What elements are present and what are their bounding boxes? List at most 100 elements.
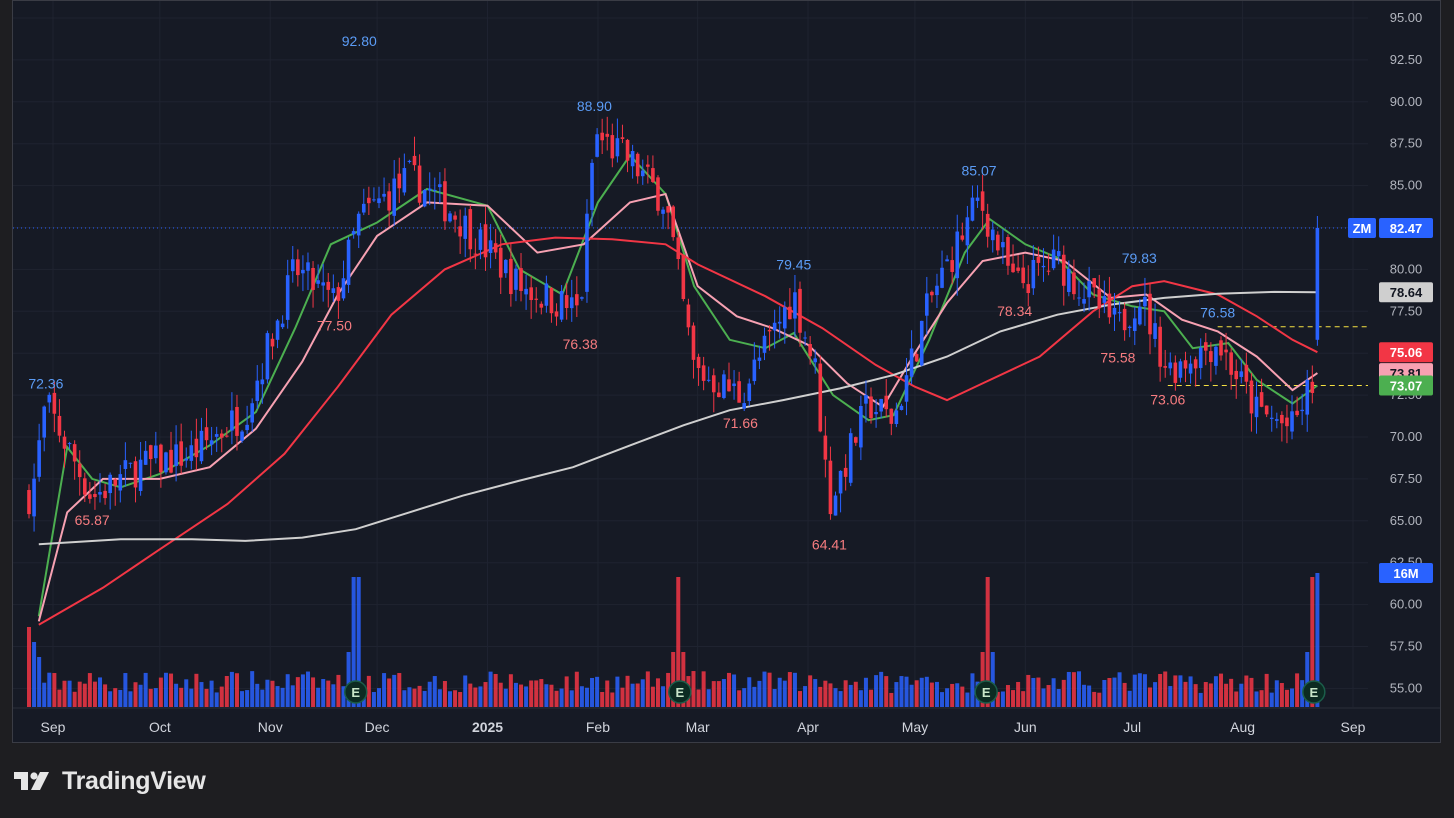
volume-bar xyxy=(1000,691,1005,707)
candle-body xyxy=(1127,326,1132,328)
volume-bar xyxy=(605,680,610,707)
candle-body xyxy=(1117,312,1122,314)
candle-body xyxy=(884,395,889,410)
moving-average-line xyxy=(37,153,1318,617)
tradingview-logo[interactable]: TradingView xyxy=(14,764,206,798)
volume-bar xyxy=(752,686,757,707)
x-tick-label: Jul xyxy=(1123,719,1141,735)
candle-body xyxy=(1285,417,1289,427)
volume-bar xyxy=(387,678,392,707)
candle-body xyxy=(864,394,868,404)
volume-bar xyxy=(103,684,108,707)
candle-body xyxy=(154,445,158,459)
volume-bar xyxy=(98,677,103,707)
volume-bar xyxy=(894,682,899,707)
volume-bar xyxy=(919,677,924,707)
candle-body xyxy=(914,354,919,362)
volume-bar xyxy=(1056,688,1061,707)
candle-body xyxy=(1168,362,1173,369)
candle-body xyxy=(240,431,244,441)
candle-body xyxy=(717,392,721,398)
candle-body xyxy=(681,255,686,300)
price-label: 75.06 xyxy=(1379,342,1433,363)
volume-bar xyxy=(143,672,148,707)
candle-body xyxy=(996,234,1000,251)
price-chart[interactable]: 72.36 65.87 92.80 77.50 88.90 76.38 79.45 71.66… xyxy=(13,1,1440,742)
candle-body xyxy=(214,434,219,437)
candle-body xyxy=(960,235,965,240)
candle-body xyxy=(970,197,975,221)
volume-bar xyxy=(808,675,813,707)
price-annotation: 65.87 xyxy=(75,512,110,528)
volume-bar xyxy=(47,672,52,707)
candle-body xyxy=(965,217,970,246)
time-axis[interactable]: Sep Oct Nov Dec 2025 Feb Mar Apr May Jun Jul Aug Sep xyxy=(41,719,1366,735)
volume-bar xyxy=(716,681,721,707)
candle-body xyxy=(1234,370,1239,380)
volume-bar xyxy=(280,687,285,707)
volume-bar xyxy=(113,688,118,707)
candle-body xyxy=(169,449,173,473)
volume-bar xyxy=(640,679,645,707)
tradingview-logo-icon xyxy=(14,772,49,790)
candle-body xyxy=(711,375,716,393)
volume-bar xyxy=(874,675,879,707)
candle-body xyxy=(848,433,853,483)
candle-body xyxy=(346,239,351,285)
volume-bar xyxy=(843,680,848,707)
x-tick-label: Feb xyxy=(586,719,610,735)
candle-body xyxy=(1224,349,1228,353)
volume-bar xyxy=(1087,685,1092,707)
volume-bar xyxy=(732,674,737,707)
candle-body xyxy=(833,495,838,516)
volume-bar xyxy=(965,692,970,707)
candle-body xyxy=(427,188,432,191)
candle-body xyxy=(235,406,239,436)
price-annotation: 92.80 xyxy=(342,33,377,49)
candle-body xyxy=(194,438,199,458)
x-tick-label: Jun xyxy=(1014,719,1037,735)
price-tag-text: 73.07 xyxy=(1390,379,1423,394)
volume-bar xyxy=(590,677,595,707)
candle-body xyxy=(514,268,518,290)
x-tick-label: Sep xyxy=(1341,719,1366,735)
volume-bar xyxy=(463,675,468,707)
candle-body xyxy=(1006,237,1010,266)
candle-body xyxy=(1264,405,1269,415)
y-tick-label: 60.00 xyxy=(1390,597,1423,612)
candle-body xyxy=(539,303,544,308)
volume-bar xyxy=(762,671,767,707)
candle-body xyxy=(164,452,168,473)
volume-bar xyxy=(493,673,498,707)
price-annotation: 76.38 xyxy=(563,336,598,352)
candle-body xyxy=(1067,268,1071,293)
candle-body xyxy=(159,444,163,473)
candle-body xyxy=(311,267,315,290)
price-annotation: 88.90 xyxy=(577,98,612,114)
volume-bar xyxy=(650,686,655,707)
candle-body xyxy=(1107,293,1112,318)
volume-bar xyxy=(1076,671,1081,707)
volume-bar xyxy=(1102,679,1107,707)
candle-body xyxy=(1132,318,1137,331)
volume-label: 16M xyxy=(1379,563,1433,583)
x-tick-label: Mar xyxy=(686,719,710,735)
candle-body xyxy=(615,138,620,157)
volume-bar xyxy=(1107,677,1112,707)
volume-bar xyxy=(863,677,868,707)
volume-bar xyxy=(544,684,549,707)
x-tick-label: Aug xyxy=(1230,719,1255,735)
candle-body xyxy=(209,440,214,445)
candle-body xyxy=(82,478,87,495)
candle-body xyxy=(564,295,569,309)
volume-bar xyxy=(524,686,529,707)
candle-body xyxy=(1153,323,1157,339)
candle-body xyxy=(1011,263,1015,273)
volume-bar xyxy=(726,672,731,707)
candle-body xyxy=(1178,361,1183,378)
volume-bar xyxy=(174,683,179,707)
candle-body xyxy=(625,139,630,161)
volume-bar xyxy=(27,627,31,707)
volume-bar xyxy=(1213,676,1218,707)
volume-bar xyxy=(1071,672,1076,707)
